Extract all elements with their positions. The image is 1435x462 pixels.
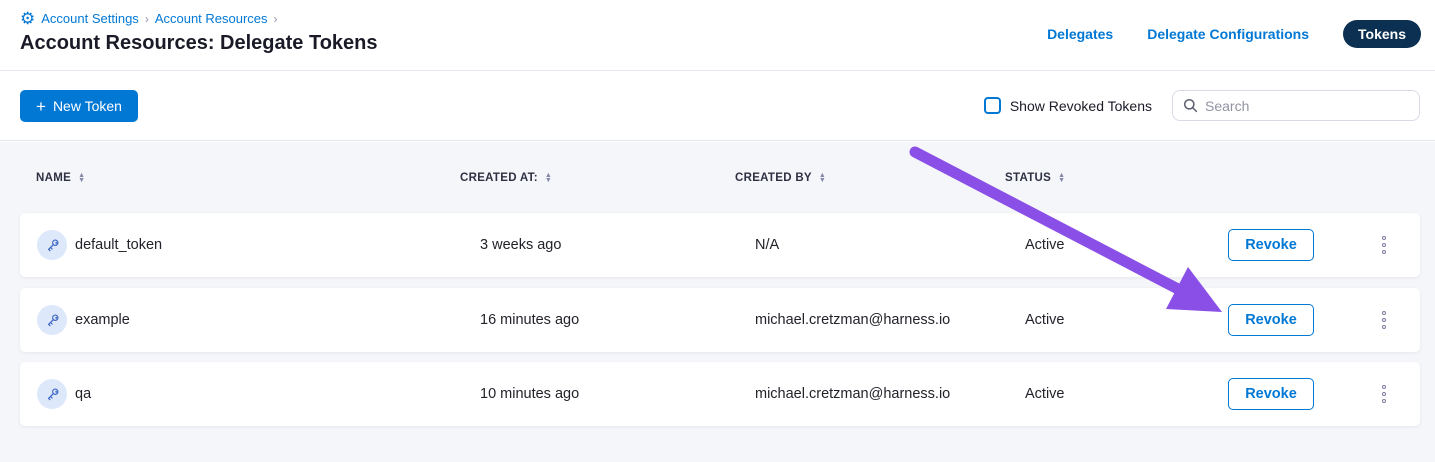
key-icon [37, 379, 67, 409]
table-header-row: NAME ▲▼ CREATED AT: ▲▼ CREATED BY ▲▼ STA… [0, 172, 1435, 206]
show-revoked-toggle[interactable]: Show Revoked Tokens [984, 97, 1152, 114]
breadcrumb: ⚙ Account Settings › Account Resources › [20, 10, 278, 27]
token-created-at: 10 minutes ago [480, 362, 579, 426]
toolbar: + New Token Show Revoked Tokens [0, 71, 1435, 141]
show-revoked-label: Show Revoked Tokens [1010, 98, 1152, 114]
token-status: Active [1025, 362, 1065, 426]
token-status: Active [1025, 213, 1065, 277]
token-created-by: michael.cretzman@harness.io [755, 288, 950, 352]
tokens-table: NAME ▲▼ CREATED AT: ▲▼ CREATED BY ▲▼ STA… [0, 142, 1435, 462]
key-icon [37, 230, 67, 260]
new-token-label: New Token [53, 98, 122, 114]
header-tabs: Delegates Delegate Configurations Tokens [1047, 20, 1421, 48]
search-input[interactable] [1205, 98, 1409, 114]
column-header-status[interactable]: STATUS ▲▼ [1005, 172, 1065, 184]
column-header-name[interactable]: NAME ▲▼ [36, 172, 85, 184]
tab-tokens[interactable]: Tokens [1343, 20, 1421, 48]
token-name: example [75, 288, 130, 352]
revoke-button[interactable]: Revoke [1228, 229, 1314, 261]
token-created-at: 16 minutes ago [480, 288, 579, 352]
breadcrumb-account-settings[interactable]: Account Settings [41, 11, 139, 26]
row-menu-kebab-icon[interactable] [1372, 308, 1396, 332]
token-status: Active [1025, 288, 1065, 352]
token-name: default_token [75, 213, 162, 277]
search-box[interactable] [1172, 90, 1420, 121]
breadcrumb-separator: › [145, 12, 149, 26]
token-created-at: 3 weeks ago [480, 213, 561, 277]
sort-icon[interactable]: ▲▼ [78, 173, 85, 183]
column-label: STATUS [1005, 172, 1051, 184]
sort-icon[interactable]: ▲▼ [1058, 173, 1065, 183]
search-icon [1183, 98, 1198, 113]
breadcrumb-account-resources[interactable]: Account Resources [155, 11, 268, 26]
table-row[interactable]: default_token 3 weeks ago N/A Active Rev… [20, 213, 1420, 277]
token-created-by: N/A [755, 213, 779, 277]
show-revoked-checkbox[interactable] [984, 97, 1001, 114]
page-header: ⚙ Account Settings › Account Resources ›… [0, 0, 1435, 71]
row-menu-kebab-icon[interactable] [1372, 233, 1396, 257]
sort-icon[interactable]: ▲▼ [545, 173, 552, 183]
row-menu-kebab-icon[interactable] [1372, 382, 1396, 406]
new-token-button[interactable]: + New Token [20, 90, 138, 122]
column-label: CREATED AT: [460, 172, 538, 184]
token-created-by: michael.cretzman@harness.io [755, 362, 950, 426]
column-header-created-by[interactable]: CREATED BY ▲▼ [735, 172, 826, 184]
delegate-tokens-page: ⚙ Account Settings › Account Resources ›… [0, 0, 1435, 462]
table-row[interactable]: qa 10 minutes ago michael.cretzman@harne… [20, 362, 1420, 426]
column-label: CREATED BY [735, 172, 812, 184]
table-row[interactable]: example 16 minutes ago michael.cretzman@… [20, 288, 1420, 352]
key-icon [37, 305, 67, 335]
tab-delegates[interactable]: Delegates [1047, 26, 1113, 42]
column-label: NAME [36, 172, 71, 184]
sort-icon[interactable]: ▲▼ [819, 173, 826, 183]
breadcrumb-separator: › [274, 12, 278, 26]
revoke-button[interactable]: Revoke [1228, 304, 1314, 336]
token-name: qa [75, 362, 91, 426]
gear-icon: ⚙ [20, 10, 35, 27]
column-header-created-at[interactable]: CREATED AT: ▲▼ [460, 172, 552, 184]
tab-delegate-configurations[interactable]: Delegate Configurations [1147, 26, 1309, 42]
plus-icon: + [36, 98, 46, 115]
revoke-button[interactable]: Revoke [1228, 378, 1314, 410]
page-title: Account Resources: Delegate Tokens [20, 32, 378, 55]
